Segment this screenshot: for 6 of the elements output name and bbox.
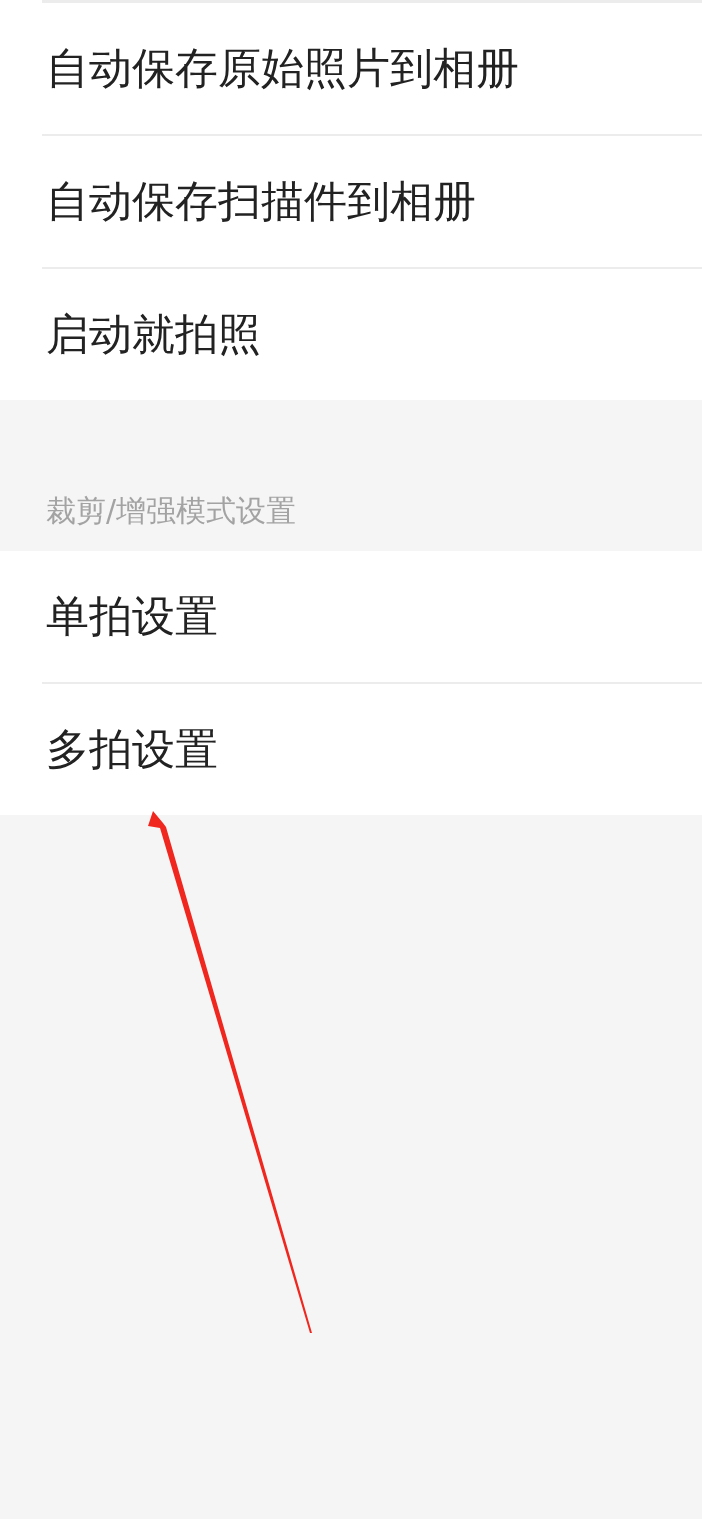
settings-item[interactable]: 多拍设置 xyxy=(46,717,218,782)
settings-item[interactable]: 启动就拍照 xyxy=(46,302,261,367)
section-header: 裁剪/增强模式设置 xyxy=(46,493,297,528)
settings-item[interactable]: 自动保存原始照片到相册 xyxy=(46,36,519,101)
settings-item[interactable]: 自动保存扫描件到相册 xyxy=(46,169,476,234)
settings-item[interactable]: 单拍设置 xyxy=(46,584,218,649)
